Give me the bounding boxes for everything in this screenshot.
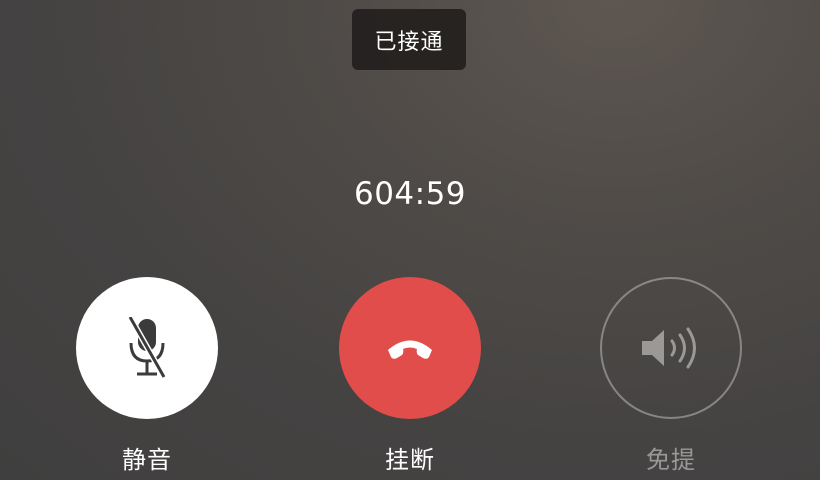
call-status-toast: 已接通 [352, 9, 466, 70]
speaker-label: 免提 [646, 446, 696, 474]
mic-off-icon [124, 317, 170, 379]
speaker-icon [639, 324, 703, 372]
call-status-text: 已接通 [374, 29, 444, 55]
hangup-button[interactable] [339, 277, 481, 419]
speaker-button[interactable] [600, 277, 742, 419]
mute-label: 静音 [122, 446, 172, 474]
call-duration-timer: 604:59 [353, 176, 467, 212]
phone-hangup-icon [385, 335, 435, 361]
hangup-label: 挂断 [385, 446, 435, 474]
mute-button[interactable] [76, 277, 218, 419]
